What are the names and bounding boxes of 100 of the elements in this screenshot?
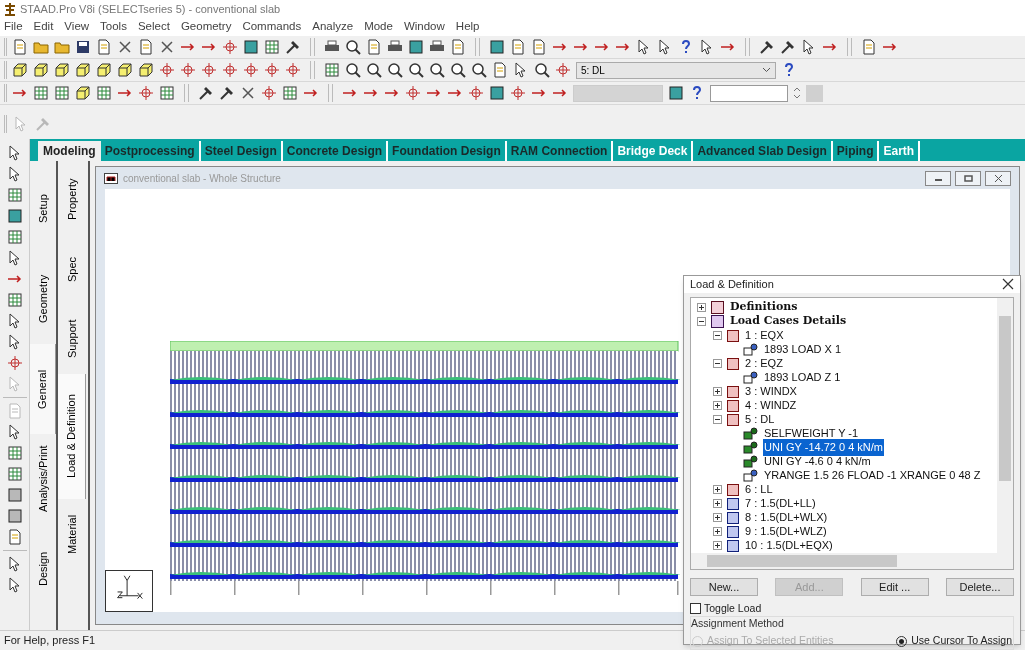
- side-tab[interactable]: Property: [58, 164, 86, 234]
- square-icon[interactable]: [6, 508, 23, 524]
- document-icon[interactable]: [531, 39, 547, 55]
- target-icon[interactable]: [180, 62, 196, 78]
- horizontal-scrollbar[interactable]: [691, 552, 1013, 569]
- page-tab[interactable]: Steel Design: [200, 141, 283, 161]
- close-icon[interactable]: [1002, 278, 1014, 291]
- document-icon[interactable]: [450, 39, 466, 55]
- grid-icon[interactable]: [324, 62, 340, 78]
- magnifier-icon[interactable]: [429, 62, 445, 78]
- tree-item[interactable]: 1893 LOAD Z 1: [763, 369, 842, 386]
- target-icon[interactable]: [243, 62, 259, 78]
- expand-icon[interactable]: [713, 485, 722, 494]
- menu-item[interactable]: Edit: [33, 18, 54, 36]
- grid-icon[interactable]: [6, 292, 23, 308]
- target-icon[interactable]: [405, 85, 421, 101]
- expand-icon[interactable]: [713, 527, 722, 536]
- tree-item[interactable]: 6 : LL: [744, 481, 774, 498]
- cross-icon[interactable]: [117, 39, 133, 55]
- cube-icon[interactable]: [75, 62, 91, 78]
- collapse-icon[interactable]: [713, 331, 722, 340]
- target-icon[interactable]: [222, 62, 238, 78]
- tree-item[interactable]: 4 : WINDZ: [744, 397, 798, 414]
- tree-item[interactable]: SELFWEIGHT Y -1: [763, 425, 860, 442]
- hammer-icon[interactable]: [198, 85, 214, 101]
- cube-icon[interactable]: [138, 62, 154, 78]
- tree-item[interactable]: UNI GY -14.72 0 4 kN/m: [763, 439, 884, 456]
- document-icon[interactable]: [138, 39, 154, 55]
- expand-icon[interactable]: [713, 513, 722, 522]
- cube-icon[interactable]: [33, 62, 49, 78]
- hammer-icon[interactable]: [219, 85, 235, 101]
- tree-item[interactable]: UNI GY -4.6 0 4 kN/m: [763, 453, 872, 470]
- folder-icon[interactable]: [54, 39, 70, 55]
- side-tab[interactable]: Design: [30, 524, 56, 614]
- tree-item[interactable]: YRANGE 1.5 26 FLOAD -1 XRANGE 0 48 Z: [763, 467, 982, 484]
- magnifier-icon[interactable]: [366, 62, 382, 78]
- tree-item[interactable]: 10 : 1.5(DL+EQX): [744, 537, 834, 553]
- expand-icon[interactable]: [697, 303, 706, 312]
- grid-icon[interactable]: [96, 85, 112, 101]
- square-icon[interactable]: [668, 85, 684, 101]
- expand-icon[interactable]: [713, 541, 722, 550]
- collapse-icon[interactable]: [697, 317, 706, 326]
- square-icon[interactable]: [243, 39, 259, 55]
- cube-icon[interactable]: [12, 62, 28, 78]
- target-icon[interactable]: [222, 39, 238, 55]
- tree-item[interactable]: 1 : EQX: [744, 327, 785, 344]
- grid-icon[interactable]: [6, 466, 23, 482]
- side-tab[interactable]: Analysis/Print: [30, 434, 56, 524]
- page-tab[interactable]: Foundation Design: [388, 141, 507, 161]
- side-tab[interactable]: Load & Definition: [58, 374, 86, 499]
- grid-icon[interactable]: [6, 445, 23, 461]
- cube-icon[interactable]: [75, 85, 91, 101]
- magnifier-icon[interactable]: [345, 62, 361, 78]
- grid-icon[interactable]: [6, 229, 23, 245]
- expand-icon[interactable]: [713, 401, 722, 410]
- target-icon[interactable]: [6, 355, 23, 371]
- cube-icon[interactable]: [96, 62, 112, 78]
- cross-icon[interactable]: [240, 85, 256, 101]
- hammer-icon[interactable]: [780, 39, 796, 55]
- page-tab[interactable]: RAM Connection: [506, 141, 614, 161]
- tree-item[interactable]: 5 : DL: [744, 411, 776, 428]
- document-icon[interactable]: [366, 39, 382, 55]
- magnifier-icon[interactable]: [345, 39, 361, 55]
- dialog-button[interactable]: Delete...: [946, 577, 1014, 596]
- tree-item[interactable]: 2 : EQZ: [744, 355, 784, 372]
- target-icon[interactable]: [264, 62, 280, 78]
- menu-item[interactable]: Select: [137, 18, 170, 36]
- collapse-icon[interactable]: [713, 415, 722, 424]
- collapse-icon[interactable]: [713, 359, 722, 368]
- target-icon[interactable]: [159, 62, 175, 78]
- square-icon[interactable]: [6, 487, 23, 503]
- magnifier-icon[interactable]: [471, 62, 487, 78]
- menu-item[interactable]: File: [4, 18, 23, 36]
- menu-item[interactable]: Geometry: [180, 18, 232, 36]
- page-tab[interactable]: Concrete Design: [282, 141, 389, 161]
- tree-item[interactable]: 8 : 1.5(DL+WLX): [744, 509, 829, 526]
- target-icon[interactable]: [285, 62, 301, 78]
- grid-icon[interactable]: [6, 187, 23, 203]
- tree-item[interactable]: Definitions: [729, 299, 799, 316]
- menu-item[interactable]: Help: [455, 18, 480, 36]
- hammer-icon[interactable]: [759, 39, 775, 55]
- side-tab[interactable]: Material: [58, 499, 86, 569]
- load-case-dropdown[interactable]: 5: DL: [576, 61, 776, 79]
- side-tab[interactable]: Support: [58, 304, 86, 374]
- grid-icon[interactable]: [264, 39, 280, 55]
- expand-icon[interactable]: [713, 499, 722, 508]
- document-icon[interactable]: [492, 62, 508, 78]
- checkbox[interactable]: [690, 602, 701, 614]
- square-icon[interactable]: [489, 39, 505, 55]
- document-icon[interactable]: [6, 529, 23, 545]
- grid-icon[interactable]: [54, 85, 70, 101]
- grid-icon[interactable]: [33, 85, 49, 101]
- square-icon[interactable]: [408, 39, 424, 55]
- number-field[interactable]: [710, 84, 788, 102]
- page-tab[interactable]: Postprocessing: [100, 141, 201, 161]
- expand-icon[interactable]: [713, 387, 722, 396]
- target-icon[interactable]: [468, 85, 484, 101]
- magnifier-icon[interactable]: [387, 62, 403, 78]
- dialog-button[interactable]: Edit ...: [860, 577, 929, 596]
- cube-icon[interactable]: [54, 62, 70, 78]
